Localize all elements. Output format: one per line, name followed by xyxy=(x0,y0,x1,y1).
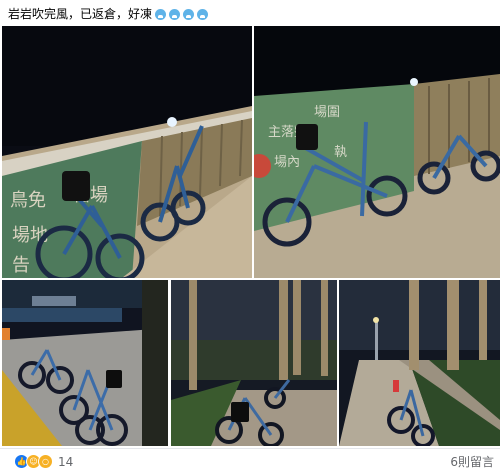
reaction-count: 14 xyxy=(58,454,74,469)
svg-text:場內: 場內 xyxy=(274,155,300,170)
cold-face-emoji-icon xyxy=(155,8,167,20)
photo-1[interactable]: 鳥免場地告 鬆場 xyxy=(2,26,252,278)
post-caption: 岩岩吹完風，已返倉，好凍 xyxy=(8,6,209,22)
photo-2-image: 主落整場圍 場內執 xyxy=(254,26,500,278)
wow-reaction-icon: ○ xyxy=(38,454,53,469)
cold-face-emoji-icon xyxy=(183,8,195,20)
svg-text:告: 告 xyxy=(12,255,30,276)
photo-1-image: 鳥免場地告 鬆場 xyxy=(2,26,252,278)
post-caption-text: 岩岩吹完風，已返倉，好凍 xyxy=(8,7,153,21)
photo-5-image xyxy=(339,280,500,446)
cold-face-emoji-icon xyxy=(169,8,181,20)
photo-4[interactable] xyxy=(171,280,337,446)
svg-text:執: 執 xyxy=(334,144,347,160)
photo-3-image xyxy=(2,280,168,446)
cold-face-emoji-icon xyxy=(197,8,209,20)
photo-5[interactable] xyxy=(339,280,500,446)
comments-link[interactable]: 6則留言 xyxy=(450,453,494,470)
svg-text:場圍: 場圍 xyxy=(314,105,340,120)
post-footer: 👍 ☺ ○ 14 6則留言 xyxy=(0,448,500,474)
photo-grid: 鳥免場地告 鬆場 xyxy=(0,26,500,448)
photo-3[interactable] xyxy=(2,280,168,446)
svg-text:鳥免: 鳥免 xyxy=(10,190,46,211)
photo-4-image xyxy=(171,280,337,446)
reactions-summary[interactable]: 👍 ☺ ○ 14 xyxy=(14,454,73,469)
photo-2[interactable]: 主落整 場圍 場內執 xyxy=(254,26,500,278)
